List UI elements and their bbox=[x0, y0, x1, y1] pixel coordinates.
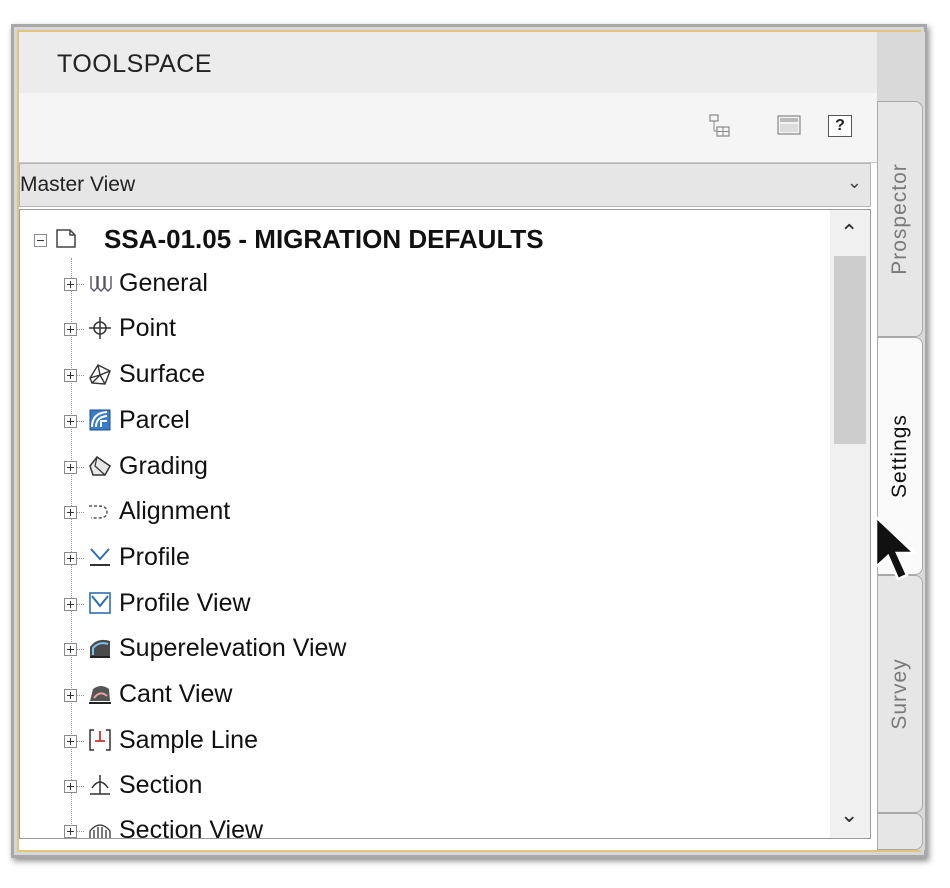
expand-toggle[interactable] bbox=[64, 415, 77, 428]
tree-item-label: Profile bbox=[119, 543, 190, 571]
expand-toggle[interactable] bbox=[64, 369, 77, 382]
tab-survey[interactable]: Survey bbox=[877, 575, 923, 813]
chevron-down-icon: ⌄ bbox=[846, 172, 862, 192]
expand-toggle[interactable] bbox=[64, 735, 77, 748]
tree-root-label: SSA-01.05 - MIGRATION DEFAULTS bbox=[104, 224, 544, 254]
tree-item-label: Point bbox=[119, 314, 176, 342]
view-dropdown[interactable]: Master View ⌄ bbox=[19, 163, 871, 207]
settings-tree: SSA-01.05 - MIGRATION DEFAULTS General P… bbox=[19, 209, 871, 839]
toolspace-main: TOOLSPACE ? Master View ⌄ SSA-01.05 - MI… bbox=[19, 32, 877, 850]
expand-toggle[interactable] bbox=[64, 825, 77, 838]
tree-item-cant-view[interactable]: Cant View bbox=[20, 676, 820, 716]
tree-item-grading[interactable]: Grading bbox=[20, 448, 820, 488]
tree-item-label: Section View bbox=[119, 816, 264, 839]
tree-item-label: Profile View bbox=[119, 589, 251, 617]
expand-toggle[interactable] bbox=[64, 461, 77, 474]
expand-toggle[interactable] bbox=[64, 278, 77, 291]
expand-toggle[interactable] bbox=[64, 780, 77, 793]
tree-item-profile[interactable]: Profile bbox=[20, 539, 820, 579]
general-icon bbox=[86, 270, 114, 298]
tab-label: Survey bbox=[888, 658, 911, 730]
vertical-scrollbar[interactable]: ⌃ ⌄ bbox=[830, 210, 870, 838]
side-tabs: Prospector Settings Survey bbox=[877, 32, 925, 850]
profile-icon bbox=[86, 544, 114, 572]
help-icon[interactable]: ? bbox=[828, 115, 852, 137]
section-view-icon bbox=[86, 817, 114, 838]
scroll-thumb[interactable] bbox=[834, 256, 866, 444]
tree-item-parcel[interactable]: Parcel bbox=[20, 402, 820, 442]
tree-item-superelevation-view[interactable]: Superelevation View bbox=[20, 630, 820, 670]
tree-item-label: Section bbox=[119, 771, 203, 799]
surface-icon bbox=[86, 361, 114, 389]
tree-item-label: Parcel bbox=[119, 406, 190, 434]
alignment-icon bbox=[86, 498, 114, 526]
tree-item-label: Cant View bbox=[119, 680, 233, 708]
tree-item-label: Surface bbox=[119, 360, 206, 388]
tree-item-label: Grading bbox=[119, 452, 208, 480]
tree-item-alignment[interactable]: Alignment bbox=[20, 493, 820, 533]
grading-icon bbox=[86, 453, 114, 481]
point-icon bbox=[86, 315, 114, 343]
expand-toggle[interactable] bbox=[64, 506, 77, 519]
tree-item-section-view[interactable]: Section View bbox=[20, 812, 820, 839]
tab-prospector[interactable]: Prospector bbox=[877, 101, 923, 337]
tree-item-surface[interactable]: Surface bbox=[20, 356, 820, 396]
view-dropdown-value: Master View bbox=[20, 173, 136, 196]
tree-item-label: Alignment bbox=[119, 497, 231, 525]
tree-item-sample-line[interactable]: Sample Line bbox=[20, 722, 820, 762]
tree-item-section[interactable]: Section bbox=[20, 767, 820, 807]
scroll-down-icon[interactable]: ⌄ bbox=[840, 802, 858, 828]
sample-line-icon bbox=[86, 727, 114, 755]
mouse-cursor-icon bbox=[874, 515, 918, 581]
parcel-icon bbox=[86, 407, 114, 435]
tab-label: Settings bbox=[888, 414, 911, 498]
tree-item-label: Superelevation View bbox=[119, 634, 347, 662]
tree-item-profile-view[interactable]: Profile View bbox=[20, 585, 820, 625]
tree-item-point[interactable]: Point bbox=[20, 310, 820, 350]
expand-toggle[interactable] bbox=[64, 552, 77, 565]
toolspace-window: TOOLSPACE ? Master View ⌄ SSA-01.05 - MI… bbox=[11, 24, 927, 858]
tab-more[interactable] bbox=[877, 813, 923, 850]
cant-view-icon bbox=[86, 681, 114, 709]
expand-toggle[interactable] bbox=[64, 643, 77, 656]
toolbar bbox=[19, 93, 877, 163]
profile-view-icon bbox=[86, 590, 114, 618]
expand-toggle[interactable] bbox=[64, 689, 77, 702]
tree-item-label: General bbox=[119, 269, 208, 297]
tree-item-label: Sample Line bbox=[119, 726, 258, 754]
expand-toggle[interactable] bbox=[64, 598, 77, 611]
scroll-up-icon[interactable]: ⌃ bbox=[840, 220, 858, 246]
tab-label: Prospector bbox=[888, 163, 911, 275]
collapse-toggle[interactable] bbox=[34, 234, 47, 247]
drawing-file-icon bbox=[56, 229, 76, 248]
copy-tree-icon[interactable] bbox=[705, 113, 733, 139]
panel-icon[interactable] bbox=[776, 113, 804, 139]
title-bar[interactable]: TOOLSPACE bbox=[19, 32, 877, 93]
expand-toggle[interactable] bbox=[64, 323, 77, 336]
window-title: TOOLSPACE bbox=[57, 50, 213, 78]
superelevation-view-icon bbox=[86, 635, 114, 663]
tree-item-general[interactable]: General bbox=[20, 265, 820, 305]
section-icon bbox=[86, 772, 114, 800]
